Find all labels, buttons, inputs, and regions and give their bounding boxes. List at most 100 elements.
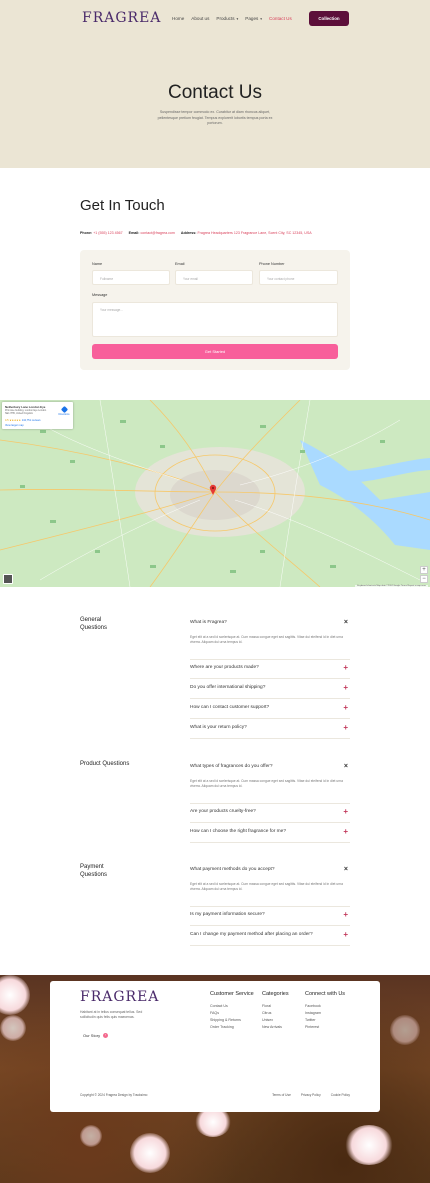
footer-link[interactable]: Instagram xyxy=(305,1010,345,1017)
blossom-decoration xyxy=(345,1125,393,1165)
footer-link[interactable]: Twitter xyxy=(305,1017,345,1024)
view-larger-map-link[interactable]: View larger map xyxy=(5,424,24,427)
footer-link[interactable]: Floral xyxy=(262,1003,289,1010)
footer-card: FRAGREA Habitant at in tellus consequat … xyxy=(50,981,380,1112)
contact-info: Phone: +1 (555) 123 4567 Email: contact@… xyxy=(80,231,312,235)
plus-icon[interactable]: + xyxy=(343,683,348,692)
email-link[interactable]: contact@fragrea.com xyxy=(140,231,174,235)
footer-link[interactable]: FAQs xyxy=(210,1010,254,1017)
footer-column-categories: Categories Floral Citrus Unisex New Arri… xyxy=(262,991,289,1031)
submit-button[interactable]: Get Started xyxy=(92,344,338,359)
our-story-link[interactable]: Our Story › xyxy=(83,1033,109,1038)
faq-item[interactable]: Can I change my payment method after pla… xyxy=(190,930,350,946)
faq-item[interactable]: How can I contact customer support? + xyxy=(190,703,350,719)
cookie-link[interactable]: Cookie Policy xyxy=(331,1093,350,1097)
plus-icon[interactable]: + xyxy=(343,910,348,919)
zoom-in-button[interactable]: + xyxy=(420,566,428,574)
blossom-decoration xyxy=(80,1125,102,1147)
legal-links: Terms of Use Privacy Policy Cookie Polic… xyxy=(272,1093,350,1097)
page-title: Contact Us xyxy=(168,82,262,103)
directions-icon xyxy=(60,405,68,414)
phone-label: Phone Number xyxy=(259,262,285,266)
faq-question: How can I choose the right fragrance for… xyxy=(190,829,286,834)
faq-item[interactable]: What is Fragrea? × Eget elit at a sed id… xyxy=(190,619,350,660)
footer-link[interactable]: Unisex xyxy=(262,1017,289,1024)
map-attribution[interactable]: Keyboard shortcuts Map data ©2024 Google… xyxy=(355,585,428,587)
footer-column-customer-service: Customer Service Contact Us FAQs Shippin… xyxy=(210,991,254,1031)
address-link[interactable]: Fragrea Headquarters 123 Fragrance Lane,… xyxy=(197,231,311,235)
footer-link[interactable]: Facebook xyxy=(305,1003,345,1010)
close-icon[interactable]: × xyxy=(344,866,348,873)
faq-answer: Eget elit at a sed id scelerisque at. Cu… xyxy=(190,779,343,788)
terms-link[interactable]: Terms of Use xyxy=(272,1093,291,1097)
plus-icon[interactable]: + xyxy=(343,827,348,836)
faq-item[interactable]: What is your return policy? + xyxy=(190,723,350,739)
footer-link[interactable]: Contact Us xyxy=(210,1003,254,1010)
contact-phone: Phone: +1 (555) 123 4567 xyxy=(80,231,123,235)
faq-section-title: General Questions xyxy=(80,617,108,631)
plus-icon[interactable]: + xyxy=(343,807,348,816)
plus-icon[interactable]: + xyxy=(343,723,348,732)
footer-link[interactable]: Pinterest xyxy=(305,1024,345,1031)
plus-icon[interactable]: + xyxy=(343,663,348,672)
faq-question: How can I contact customer support? xyxy=(190,705,270,710)
nav-about[interactable]: About us xyxy=(191,16,209,21)
main-nav: Home About us Products ▾ Pages ▾ Contact… xyxy=(172,16,292,21)
google-map[interactable]: Netherbury Lane London Eye Primrose buil… xyxy=(0,400,430,587)
map-reviews-link[interactable]: 142,751 reviews xyxy=(22,419,41,422)
nav-pages[interactable]: Pages ▾ xyxy=(245,16,262,21)
footer-column-title: Customer Service xyxy=(210,991,254,997)
nav-products[interactable]: Products ▾ xyxy=(216,16,238,21)
email-label: Email xyxy=(175,262,185,266)
faq-item[interactable]: What types of fragrances do you offer? ×… xyxy=(190,763,350,804)
blossom-decoration xyxy=(130,1133,170,1173)
footer-description: Habitant at in tellus consequat tellus. … xyxy=(80,1010,143,1019)
footer-column-title: Categories xyxy=(262,991,289,997)
phone-link[interactable]: +1 (555) 123 4567 xyxy=(93,231,122,235)
close-icon[interactable]: × xyxy=(344,619,348,626)
phone-field[interactable]: Your contact phone xyxy=(259,270,338,285)
message-field[interactable]: Your message... xyxy=(92,302,338,337)
footer-link[interactable]: Citrus xyxy=(262,1010,289,1017)
directions-button[interactable]: Directions xyxy=(57,405,71,416)
blossom-decoration xyxy=(0,1015,26,1041)
contact-email: Email: contact@fragrea.com xyxy=(129,231,175,235)
footer-link[interactable]: Order Tracking xyxy=(210,1024,254,1031)
chevron-down-icon: ▾ xyxy=(259,17,263,21)
nav-about-label: About us xyxy=(191,16,210,21)
nav-contact[interactable]: Contact Us xyxy=(269,16,292,21)
footer-logo[interactable]: FRAGREA xyxy=(80,989,159,1005)
faq-item[interactable]: What payment methods do you accept? × Eg… xyxy=(190,866,350,907)
nav-home[interactable]: Home xyxy=(172,16,184,21)
name-field[interactable]: Fullname xyxy=(92,270,170,285)
faq-item[interactable]: Are your products cruelty-free? + xyxy=(190,807,350,823)
faq-item[interactable]: Do you offer international shipping? + xyxy=(190,683,350,699)
zoom-out-button[interactable]: − xyxy=(420,575,428,583)
arrow-right-icon: › xyxy=(103,1033,109,1038)
site-logo[interactable]: FRAGREA xyxy=(82,10,161,26)
copyright: Copyright © 2024 Fragrea Design by Track… xyxy=(80,1093,148,1097)
faq-item[interactable]: Where are your products made? + xyxy=(190,663,350,679)
map-place-address: Primrose building, London Eye London SE1… xyxy=(5,409,47,415)
plus-icon[interactable]: + xyxy=(343,703,348,712)
faq-question: Are your products cruelty-free? xyxy=(190,809,256,814)
plus-icon[interactable]: + xyxy=(343,930,348,939)
map-layer-toggle[interactable] xyxy=(3,574,13,584)
message-label: Message xyxy=(92,293,108,297)
footer-link[interactable]: New Arrivals xyxy=(262,1024,289,1031)
collection-button[interactable]: Collection xyxy=(309,11,349,26)
page-subtitle: Suspendisse tempor commodo ex. Curabitur… xyxy=(157,110,273,125)
hero-section: FRAGREA Home About us Products ▾ Pages ▾… xyxy=(0,0,430,168)
email-field[interactable]: Your email xyxy=(175,270,253,285)
faq-question: What payment methods do you accept? xyxy=(190,867,275,872)
our-story-label: Our Story xyxy=(83,1033,101,1038)
map-rating: 4.5 ★★★★★ 142,751 reviews xyxy=(5,419,41,422)
name-label: Name xyxy=(92,262,103,266)
privacy-link[interactable]: Privacy Policy xyxy=(301,1093,321,1097)
footer-link[interactable]: Shipping & Returns xyxy=(210,1017,254,1024)
faq-item[interactable]: Is my payment information secure? + xyxy=(190,910,350,926)
blossom-decoration xyxy=(0,975,30,1015)
footer-column-connect: Connect with Us Facebook Instagram Twitt… xyxy=(305,991,345,1031)
faq-item[interactable]: How can I choose the right fragrance for… xyxy=(190,827,350,843)
close-icon[interactable]: × xyxy=(344,763,348,770)
